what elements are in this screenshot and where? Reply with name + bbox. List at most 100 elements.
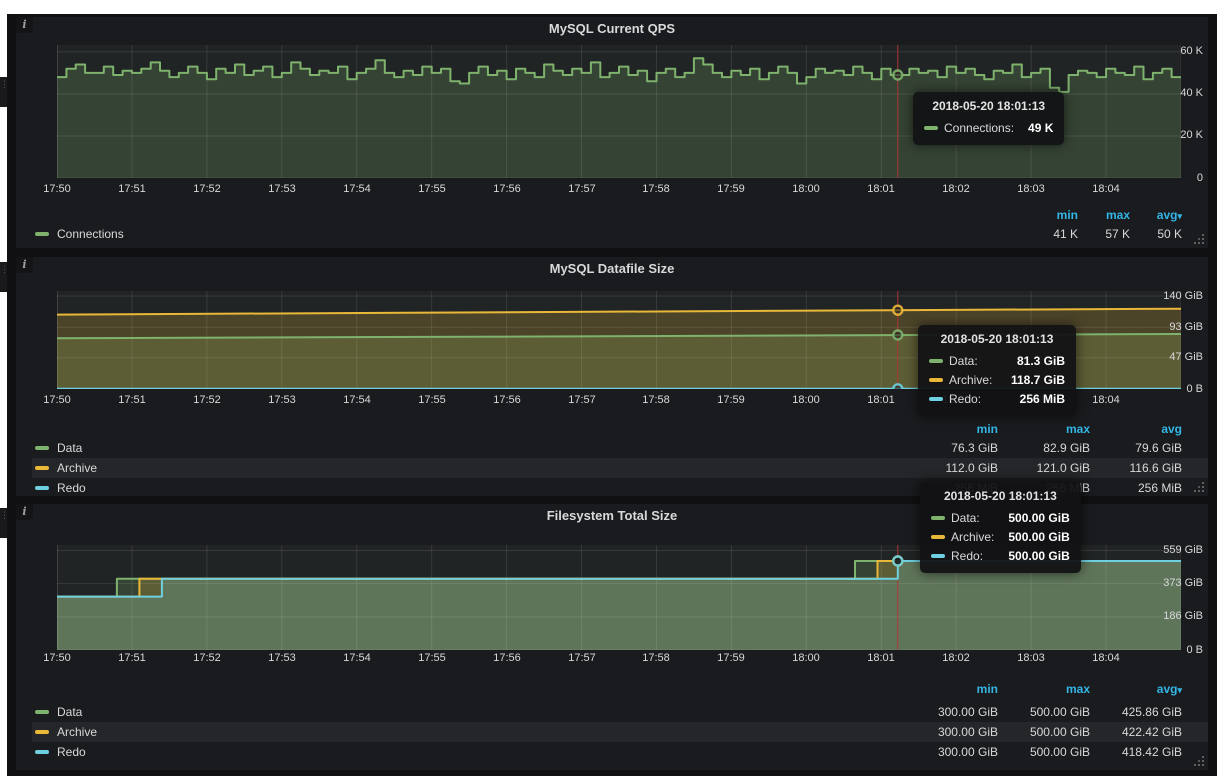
resize-grip-icon[interactable] (1194, 482, 1205, 493)
series-label: Data (57, 438, 82, 458)
legend-values: 300.00 GiB500.00 GiB425.86 GiB (906, 702, 1182, 722)
resize-grip-icon[interactable] (1194, 756, 1205, 767)
legend-header-avg[interactable]: avg ▾ (1130, 206, 1182, 225)
x-tick-label: 18:04 (1092, 394, 1120, 406)
tooltip-series-label: Archive: (951, 530, 994, 544)
y-tick-label: 47 GiB (1143, 351, 1203, 363)
x-tick-label: 18:04 (1092, 652, 1120, 664)
legend-value-max: 57 K (1078, 224, 1130, 244)
tooltip-datafile-size: 2018-05-20 18:01:13 Data: 81.3 GiB Archive… (918, 325, 1076, 416)
legend-value-max: 500.00 GiB (998, 702, 1090, 722)
x-tick-label: 17:58 (642, 183, 670, 195)
series-toggle-archive[interactable]: Archive (35, 722, 97, 742)
y-tick-label: 186 GiB (1143, 610, 1203, 622)
y-tick-label: 40 K (1143, 87, 1203, 99)
x-tick-label: 18:01 (867, 652, 895, 664)
x-tick-label: 17:50 (43, 652, 71, 664)
tooltip-series-dash-icon (931, 554, 945, 558)
tooltip-time: 2018-05-20 18:01:13 (924, 99, 1053, 113)
panel-title[interactable]: MySQL Current QPS (16, 21, 1208, 36)
tooltip-series-dash-icon (929, 378, 943, 382)
x-tick-label: 17:59 (717, 652, 745, 664)
x-tick-label: 17:52 (193, 183, 221, 195)
tooltip-time: 2018-05-20 18:01:13 (929, 332, 1065, 346)
legend-header-max[interactable]: max (1078, 206, 1130, 224)
crosshair-point-marker (893, 71, 902, 80)
legend-header-avg[interactable]: avg (1090, 420, 1182, 438)
x-tick-label: 18:03 (1017, 652, 1045, 664)
x-tick-label: 18:03 (1017, 183, 1045, 195)
tooltip-series-label: Data: (949, 354, 978, 368)
panel-title[interactable]: MySQL Datafile Size (16, 261, 1208, 276)
tooltip-series-value: 49 K (1028, 121, 1053, 135)
y-tick-label: 559 GiB (1143, 544, 1203, 556)
tooltip-row: Data:500.00 GiB (931, 508, 1070, 527)
legend-header-min[interactable]: min (906, 420, 998, 438)
tooltip-series-dash-icon (929, 359, 943, 363)
legend-header-avg[interactable]: avg ▾ (1090, 680, 1182, 699)
x-tick-label: 18:00 (792, 394, 820, 406)
legend-row: Connections41 K57 K50 K (32, 224, 1208, 244)
tooltip-filesystem-size: 2018-05-20 18:01:13 Data:500.00 GiBArchi… (920, 482, 1081, 573)
row-drag-handle-icon[interactable]: ⋮ (0, 77, 7, 107)
tooltip-rows: Data:500.00 GiBArchive:500.00 GiBRedo:50… (931, 508, 1070, 565)
tooltip-row: Archive: 118.7 GiB (929, 370, 1065, 389)
tooltip-series-value: 500.00 GiB (1008, 549, 1069, 563)
legend-value-max: 121.0 GiB (998, 458, 1090, 478)
tooltip-series-label: Connections: (944, 121, 1014, 135)
x-tick-label: 17:56 (493, 183, 521, 195)
legend-value-avg: 79.6 GiB (1090, 438, 1182, 458)
row-drag-handle-icon[interactable]: ⋮ (0, 508, 7, 538)
x-tick-label: 18:01 (867, 394, 895, 406)
y-tick-label: 373 GiB (1143, 577, 1203, 589)
series-toggle-connections[interactable]: Connections (35, 224, 124, 244)
legend-value-min: 300.00 GiB (906, 722, 998, 742)
legend-header-max[interactable]: max (998, 420, 1090, 438)
x-tick-label: 17:58 (642, 652, 670, 664)
page: i MySQL Current QPS 60 K40 K20 K0 17:501… (0, 0, 1224, 784)
x-tick-label: 17:51 (118, 183, 146, 195)
tooltip-series-value: 81.3 GiB (1017, 354, 1065, 368)
x-tick-label: 18:04 (1092, 183, 1120, 195)
series-label: Redo (57, 742, 86, 762)
tooltip-series-label: Archive: (949, 373, 992, 387)
tooltip-series-value: 256 MiB (1020, 392, 1065, 406)
legend-value-avg: 116.6 GiB (1090, 458, 1182, 478)
tooltip-row: Data: 81.3 GiB (929, 351, 1065, 370)
resize-grip-icon[interactable] (1194, 234, 1205, 245)
series-dash-icon (35, 446, 49, 450)
tooltip-qps: 2018-05-20 18:01:13 Connections: 49 K (913, 92, 1064, 145)
legend-header-min[interactable]: min (906, 680, 998, 698)
series-toggle-data[interactable]: Data (35, 438, 82, 458)
tooltip-series-value: 118.7 GiB (1011, 373, 1065, 387)
legend-value-min: 41 K (1026, 224, 1078, 244)
legend-header: minmaxavg (906, 420, 1182, 438)
series-toggle-data[interactable]: Data (35, 702, 82, 722)
tooltip-series-dash-icon (929, 397, 943, 401)
legend-value-max: 500.00 GiB (998, 742, 1090, 762)
series-dash-icon (35, 466, 49, 470)
row-drag-handle-icon[interactable]: ⋮ (0, 262, 7, 292)
tooltip-row: Connections: 49 K (924, 118, 1053, 137)
y-tick-label: 60 K (1143, 45, 1203, 57)
tooltip-rows: Connections: 49 K (924, 118, 1053, 137)
y-tick-label: 20 K (1143, 129, 1203, 141)
legend-value-max: 82.9 GiB (998, 438, 1090, 458)
series-label: Data (57, 702, 82, 722)
legend-header: minmaxavg ▾ (1026, 206, 1182, 224)
x-tick-label: 17:56 (493, 394, 521, 406)
series-toggle-redo[interactable]: Redo (35, 478, 86, 498)
legend-header: minmaxavg ▾ (906, 680, 1182, 698)
legend-value-avg: 256 MiB (1090, 478, 1182, 498)
series-toggle-archive[interactable]: Archive (35, 458, 97, 478)
sort-caret-icon: ▾ (1177, 207, 1182, 225)
legend-header-min[interactable]: min (1026, 206, 1078, 224)
legend-value-max: 500.00 GiB (998, 722, 1090, 742)
x-tick-label: 18:00 (792, 652, 820, 664)
legend-row: Data76.3 GiB82.9 GiB79.6 GiB (32, 438, 1208, 458)
series-toggle-redo[interactable]: Redo (35, 742, 86, 762)
tooltip-series-dash-icon (924, 126, 938, 130)
legend-header-max[interactable]: max (998, 680, 1090, 698)
x-tick-label: 17:53 (268, 652, 296, 664)
x-tick-label: 17:55 (418, 183, 446, 195)
